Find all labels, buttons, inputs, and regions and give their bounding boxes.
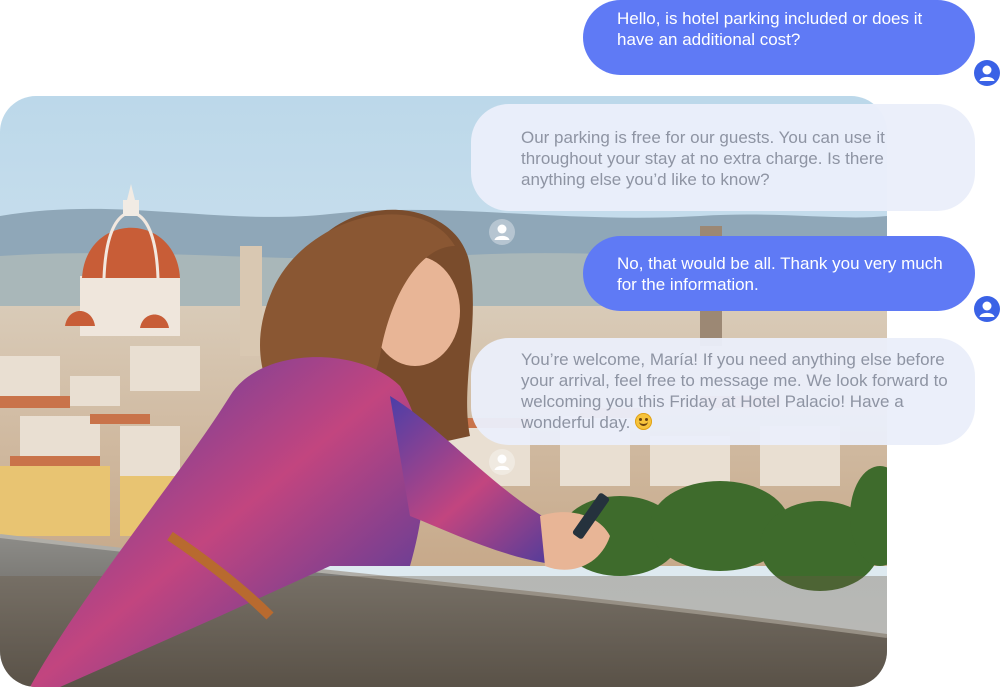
agent-avatar-icon (489, 449, 515, 475)
outgoing-message-bubble: Hello, is hotel parking included or does… (583, 0, 975, 75)
outgoing-message-bubble: No, that would be all. Thank you very mu… (583, 236, 975, 311)
message-text-content: You’re welcome, María! If you need anyth… (521, 350, 948, 432)
message-text: You’re welcome, María! If you need anyth… (521, 349, 953, 433)
user-avatar-icon (974, 60, 1000, 86)
user-avatar-icon (974, 296, 1000, 322)
message-text: No, that would be all. Thank you very mu… (617, 254, 943, 294)
message-text: Hello, is hotel parking included or does… (617, 9, 923, 49)
agent-avatar-icon (489, 219, 515, 245)
incoming-message-bubble: You’re welcome, María! If you need anyth… (471, 338, 975, 445)
incoming-message-bubble: Our parking is free for our guests. You … (471, 104, 975, 211)
message-text: Our parking is free for our guests. You … (521, 128, 885, 189)
smiling-face-icon (635, 413, 653, 430)
